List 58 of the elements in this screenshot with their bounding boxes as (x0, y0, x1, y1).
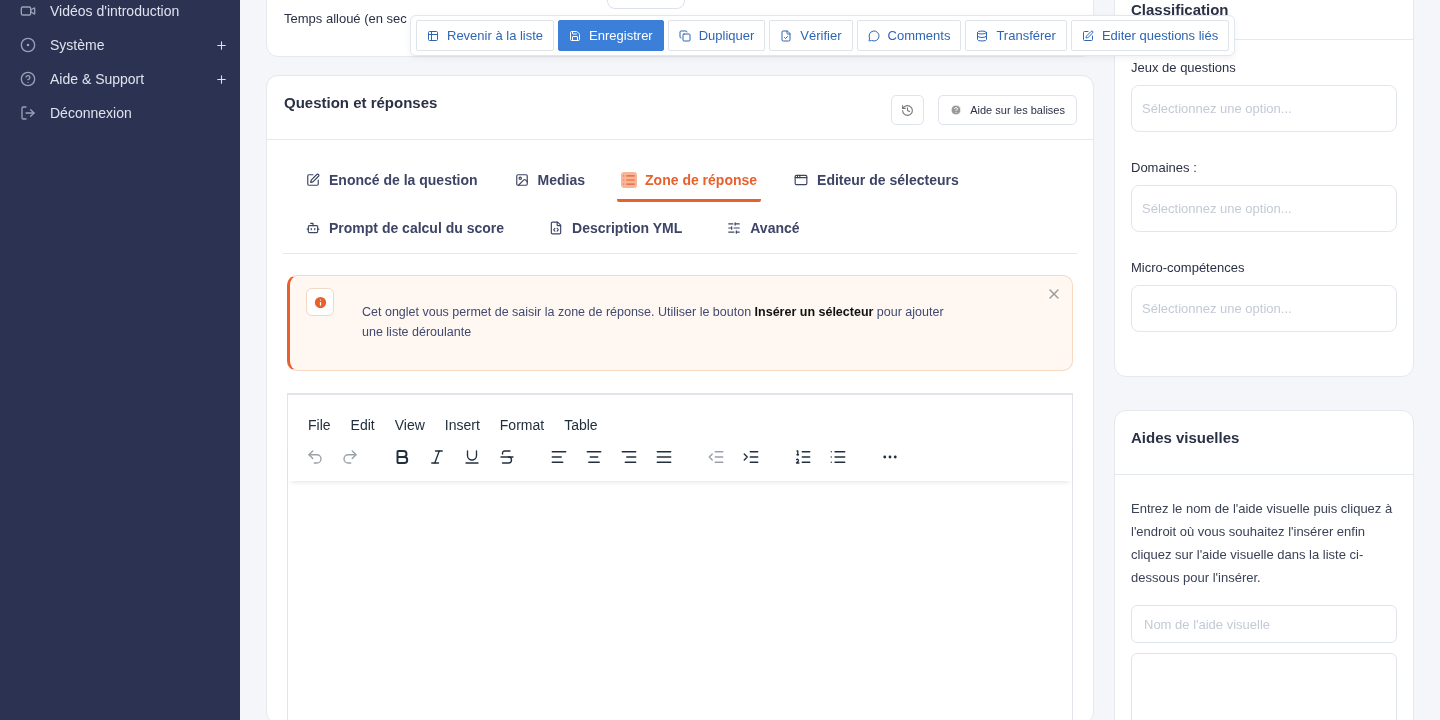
rich-text-editor[interactable]: File Edit View Insert Format Table (287, 393, 1073, 720)
save-icon (569, 29, 582, 42)
menu-item[interactable]: Table (556, 408, 606, 441)
edit-icon (306, 172, 320, 187)
tab[interactable]: Editeur de sélecteurs (789, 160, 963, 202)
info-icon (306, 288, 334, 316)
edit-icon (1081, 29, 1094, 42)
tab[interactable]: Enoncé de la question (301, 160, 482, 202)
action-button[interactable]: Dupliquer (667, 20, 766, 51)
description-text: Entrez le nom de l'aide visuelle puis cliquez à l'endroit où vous souhaitez l'insérer enfin cliquez sur l'aide visuelle dans la liste ci-dessous pour l'insérer. (1131, 500, 1394, 587)
robot-icon (306, 220, 320, 235)
sidebar-item[interactable]: Vidéos d'introduction (0, 0, 240, 28)
tab[interactable]: Avancé (722, 208, 804, 250)
action-button[interactable]: Editer questions liés (1070, 20, 1230, 51)
select-field[interactable]: Sélectionnez une option... (1131, 85, 1397, 132)
input-field[interactable]: Nom de l'aide visuelle (1131, 605, 1397, 643)
alert-text: Cet onglet vous permet de saisir la zone de réponse. Utiliser le bouton Insérer un sélecteur pour ajouter une liste déroulante (362, 304, 945, 341)
sidebar-item[interactable]: Déconnexion (0, 96, 240, 130)
select-field[interactable]: Sélectionnez une option... (1131, 185, 1397, 232)
sidebar-item[interactable]: Système (0, 28, 240, 62)
menu-item[interactable]: View (386, 408, 433, 441)
field-label: Micro-compétences (1131, 260, 1246, 275)
video-camera-icon (20, 3, 36, 19)
card-title: Question et réponses (284, 94, 438, 111)
window-icon (794, 172, 809, 187)
sliders-icon (727, 220, 742, 235)
database-icon (976, 29, 989, 42)
field-label: Domaines : (1131, 160, 1198, 175)
help-icon (950, 104, 963, 116)
action-button[interactable]: Revenir à la liste (416, 20, 555, 51)
field-label: Temps alloué (en sec (284, 11, 407, 26)
code-file-icon (549, 220, 564, 235)
action-button[interactable]: Comments (856, 20, 962, 51)
history-icon (901, 103, 915, 117)
help-icon (20, 71, 36, 87)
menu-item[interactable]: File (300, 408, 339, 441)
card-title: Aides visuelles (1131, 429, 1241, 446)
tab[interactable]: Medias (509, 160, 590, 202)
document-icon (780, 29, 793, 42)
history-button[interactable] (891, 95, 925, 125)
copy-icon (678, 29, 691, 42)
sidebar-item[interactable]: Aide & Support (0, 62, 240, 96)
action-button[interactable]: Enregistrer (558, 20, 664, 51)
select-field[interactable]: Sélectionnez une option... (1131, 285, 1397, 332)
menu-item[interactable]: Edit (342, 408, 383, 441)
help-button[interactable]: Aide sur les balises (938, 95, 1077, 125)
chat-bubble-icon (867, 29, 880, 42)
menu-item[interactable]: Format (491, 408, 553, 441)
target-icon (20, 37, 36, 53)
logout-icon (20, 105, 36, 121)
image-icon (514, 172, 529, 187)
action-button[interactable]: Vérifier (769, 20, 853, 51)
action-button[interactable]: Transférer (965, 20, 1067, 51)
tab[interactable]: Description YML (544, 208, 687, 250)
menu-item[interactable]: Insert (436, 408, 488, 441)
tab[interactable]: Prompt de calcul du score (301, 208, 509, 250)
card-title: Classification (1131, 1, 1230, 18)
field-label: Jeux de questions (1131, 60, 1237, 75)
